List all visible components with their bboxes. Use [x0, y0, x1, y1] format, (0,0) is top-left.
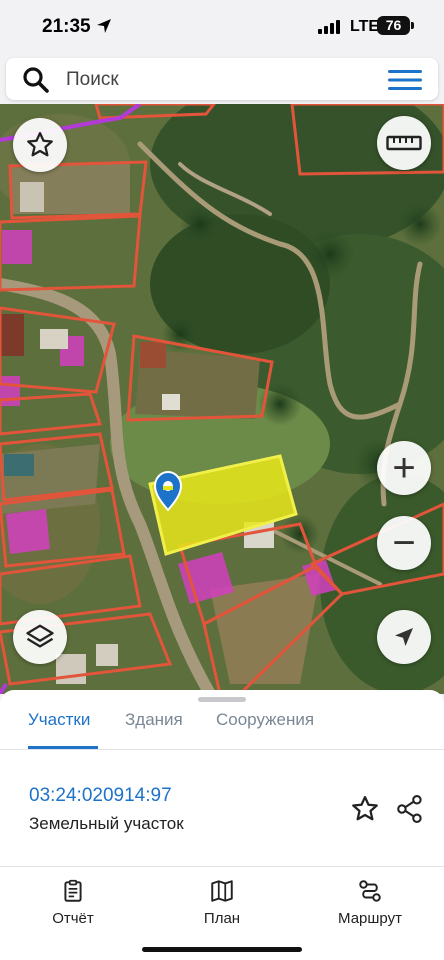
layers-icon [26, 624, 54, 648]
menu-icon[interactable] [388, 68, 422, 92]
search-input[interactable]: Поиск [66, 69, 119, 91]
status-time: 21:35 [42, 16, 91, 37]
tab-report-label: Отчёт [52, 910, 94, 927]
zoom-out-button[interactable]: − [377, 516, 431, 570]
tab-structures[interactable]: Сооружения [216, 710, 314, 730]
status-bar: 21:35 LTE 76 [0, 0, 444, 54]
clipboard-icon [64, 879, 82, 902]
battery-indicator: 76 [377, 16, 410, 35]
plus-icon: + [392, 446, 416, 490]
tab-plan[interactable]: План [167, 878, 277, 927]
search-icon [23, 67, 49, 93]
minus-icon: − [392, 521, 416, 565]
star-icon [27, 132, 53, 157]
zoom-in-button[interactable]: + [377, 441, 431, 495]
parcel-info-sheet: Участки Здания Сооружения 03:24:020914:9… [0, 690, 444, 868]
tab-route-label: Маршрут [338, 910, 402, 927]
tab-parcels[interactable]: Участки [28, 710, 90, 730]
navigation-arrow-icon [395, 628, 413, 646]
star-icon[interactable] [350, 794, 380, 824]
location-arrow-icon [97, 19, 111, 33]
signal-icon [318, 20, 340, 34]
tab-buildings[interactable]: Здания [125, 710, 183, 730]
sheet-grabber[interactable] [198, 697, 246, 702]
map-icon [211, 880, 233, 902]
ruler-icon [386, 135, 422, 151]
locate-me-button[interactable] [377, 610, 431, 664]
tab-route[interactable]: Маршрут [315, 878, 425, 927]
favorite-button[interactable] [13, 118, 67, 172]
share-icon[interactable] [396, 794, 424, 824]
tabs-divider [0, 749, 444, 750]
tab-report[interactable]: Отчёт [18, 878, 128, 927]
battery-tip [411, 22, 414, 29]
layers-button[interactable] [13, 610, 67, 664]
satellite-map[interactable] [0, 104, 444, 694]
home-indicator [142, 947, 302, 952]
cadastral-number[interactable]: 03:24:020914:97 [29, 785, 172, 807]
route-icon [359, 880, 381, 902]
tab-plan-label: План [203, 910, 241, 927]
parcel-type: Земельный участок [29, 814, 184, 833]
search-bar[interactable]: Поиск [6, 58, 438, 100]
network-type: LTE [350, 18, 380, 35]
sheet-bottom-divider [0, 866, 444, 867]
map-view[interactable]: + − [0, 104, 444, 694]
ruler-button[interactable] [377, 116, 431, 170]
